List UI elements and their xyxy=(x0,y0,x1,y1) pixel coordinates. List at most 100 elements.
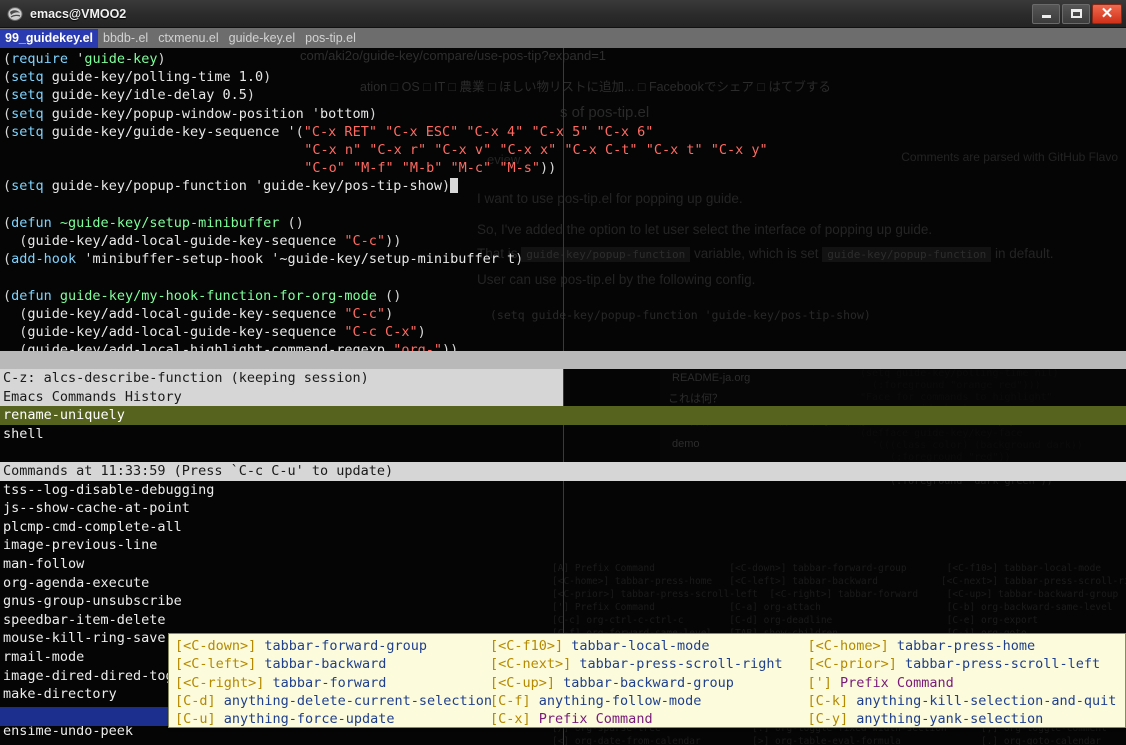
maximize-icon xyxy=(1070,9,1082,18)
pos-tip-binding: ['] Prefix Command xyxy=(808,674,1126,692)
code-line: (guide-key/add-local-guide-key-sequence … xyxy=(19,305,394,322)
buffer-tab-bar[interactable]: 99_guidekey.el bbdb-.el ctxmenu.el guide-ke… xyxy=(0,28,1126,48)
mode-line-top: [--] -(Unix)--- 99_guidekey.el Top (8,55… xyxy=(0,351,1126,369)
pos-tip-binding: [C-f] anything-follow-mode xyxy=(490,692,808,710)
pos-tip-binding: [C-y] anything-yank-selection xyxy=(807,710,1126,728)
pos-tip-key: ['] xyxy=(807,674,841,691)
window-title: emacs@VMOO2 xyxy=(30,6,127,21)
list-item[interactable]: gnus-group-unsubscribe xyxy=(0,592,1126,611)
pos-tip-key: [C-f] xyxy=(490,692,539,709)
tab-ctxmenu-el[interactable]: ctxmenu.el xyxy=(153,29,223,48)
code-line: (guide-key/add-local-guide-key-sequence … xyxy=(19,233,402,250)
pos-tip-binding: [<C-next>] tabbar-press-scroll-right xyxy=(490,655,808,673)
anything-history-list[interactable]: rename-uniquely shell xyxy=(0,406,1126,443)
pos-tip-key: [<C-left>] xyxy=(175,656,265,673)
code-line: (setq guide-key/popup-function 'guide-ke… xyxy=(3,177,1126,195)
code-line: (require 'guide-key) xyxy=(3,51,166,67)
list-item[interactable]: rename-uniquely xyxy=(0,406,1126,425)
tab-99-guidekey-el[interactable]: 99_guidekey.el xyxy=(0,28,99,48)
pos-tip-binding: [C-u] anything-force-update xyxy=(175,710,490,728)
pos-tip-command: Prefix Command xyxy=(538,711,653,728)
minimize-icon xyxy=(1041,15,1051,18)
pos-tip-key: [<C-prior>] xyxy=(807,656,906,673)
pos-tip-key: [<C-up>] xyxy=(490,674,564,691)
pos-tip-binding: [<C-prior>] tabbar-press-scroll-left xyxy=(808,655,1126,673)
close-icon: ✕ xyxy=(1100,5,1114,22)
code-line: (setq guide-key/popup-window-position 'b… xyxy=(3,105,377,122)
code-line: "C-x n" "C-x r" "C-x v" "C-x x" "C-x C-t… xyxy=(304,142,768,159)
pos-tip-command: tabbar-backward-group xyxy=(563,674,734,691)
pos-tip-command: anything-force-update xyxy=(223,711,395,728)
pos-tip-binding: [<C-down>] tabbar-forward-group xyxy=(175,637,490,655)
pos-tip-command: Prefix Command xyxy=(840,674,954,691)
pos-tip-command: anything-follow-mode xyxy=(538,692,702,709)
emacs-window: com/aki2o/guide-key/compare/use-pos-tip?… xyxy=(0,0,1126,745)
pos-tip-column: [<C-f10>] tabbar-local-mode [<C-next>] ta… xyxy=(490,637,808,727)
pos-tip-binding: [C-k] anything-kill-selection-and-quit xyxy=(808,692,1126,710)
code-line: (setq guide-key/polling-time 1.0) xyxy=(3,69,272,86)
code-line: (guide-key/add-local-guide-key-sequence … xyxy=(19,324,426,341)
pos-tip-key: [<C-right>] xyxy=(175,674,273,691)
pos-tip-key: [C-u] xyxy=(175,711,224,728)
minimize-button[interactable] xyxy=(1032,3,1060,24)
pos-tip-key: [C-y] xyxy=(807,711,857,728)
pos-tip-command: tabbar-local-mode xyxy=(571,638,710,654)
close-button[interactable]: ✕ xyxy=(1092,3,1122,24)
pos-tip-binding: [<C-f10>] tabbar-local-mode xyxy=(490,637,808,655)
pos-tip-command: tabbar-backward xyxy=(264,656,387,673)
list-item[interactable]: js--show-cache-at-point xyxy=(0,499,1126,518)
pos-tip-command: anything-kill-selection-and-quit xyxy=(856,692,1117,709)
pos-tip-binding: [<C-right>] tabbar-forward xyxy=(175,674,490,692)
emacs-icon xyxy=(6,5,24,23)
list-item[interactable]: tss--log-disable-debugging xyxy=(0,481,1126,500)
tab-pos-tip-el[interactable]: pos-tip.el xyxy=(300,29,361,48)
code-line: (defun guide-key/my-hook-function-for-or… xyxy=(3,287,402,304)
pos-tip-binding: [C-x] Prefix Command xyxy=(490,710,808,728)
code-line: (defun ~guide-key/setup-minibuffer () xyxy=(3,214,304,231)
pos-tip-command: tabbar-press-scroll-left xyxy=(905,656,1101,673)
pos-tip-popup: [<C-down>] tabbar-forward-group [<C-left>… xyxy=(168,633,1126,728)
minibuffer[interactable]: pattern: xyxy=(0,726,1126,745)
title-bar[interactable]: emacs@VMOO2 ✕ xyxy=(0,0,1126,28)
code-buffer[interactable]: (require 'guide-key) (setq guide-key/poll… xyxy=(0,48,1126,376)
pos-tip-command: tabbar-forward xyxy=(272,674,387,691)
list-item[interactable]: speedbar-item-delete xyxy=(0,611,1126,630)
code-line: (setq guide-key/guide-key-sequence '("C-… xyxy=(3,123,654,140)
pos-tip-command: tabbar-forward-group xyxy=(264,638,427,654)
pos-tip-key: [C-d] xyxy=(175,692,224,709)
pos-tip-command: anything-delete-current-selection xyxy=(223,692,492,709)
list-item[interactable]: shell xyxy=(0,425,1126,444)
pos-tip-key: [<C-down>] xyxy=(175,638,265,654)
anything-second-source-header: Commands at 11:33:59 (Press `C-c C-u' to… xyxy=(0,461,1126,481)
pos-tip-binding: [<C-home>] tabbar-press-home xyxy=(808,637,1126,655)
pos-tip-key: [C-k] xyxy=(807,692,857,709)
pos-tip-command: tabbar-press-scroll-right xyxy=(579,656,783,673)
pos-tip-key: [C-x] xyxy=(490,711,539,728)
code-line: "C-o" "M-f" "M-b" "M-c" "M-s")) xyxy=(304,160,557,177)
pos-tip-binding: [<C-up>] tabbar-backward-group xyxy=(490,674,808,692)
anything-spacer xyxy=(0,443,1126,462)
pos-tip-key: [<C-f10>] xyxy=(490,638,572,654)
maximize-button[interactable] xyxy=(1062,3,1090,24)
pos-tip-command: anything-yank-selection xyxy=(856,711,1044,728)
list-item[interactable]: plcmp-cmd-complete-all xyxy=(0,518,1126,537)
code-line: (add-hook 'minibuffer-setup-hook '~guide… xyxy=(3,251,524,268)
code-line: (setq guide-key/idle-delay 0.5) xyxy=(3,87,256,104)
pos-tip-binding: [<C-left>] tabbar-backward xyxy=(175,655,490,673)
pos-tip-column: [<C-home>] tabbar-press-home [<C-prior>] … xyxy=(808,637,1126,727)
list-item[interactable]: image-previous-line xyxy=(0,536,1126,555)
anything-source-header: Emacs Commands History xyxy=(0,387,563,407)
tab-guide-key-el[interactable]: guide-key.el xyxy=(224,29,300,48)
list-item[interactable]: man-follow xyxy=(0,555,1126,574)
tab-bbdb-el[interactable]: bbdb-.el xyxy=(98,29,153,48)
anything-header: C-z: alcs-describe-function (keeping ses… xyxy=(0,369,563,388)
pos-tip-key: [<C-next>] xyxy=(490,656,580,673)
window-controls: ✕ xyxy=(1032,3,1126,24)
list-item[interactable]: org-agenda-execute xyxy=(0,574,1126,593)
pos-tip-binding: [C-d] anything-delete-current-selection xyxy=(175,692,492,710)
pos-tip-command: tabbar-press-home xyxy=(896,638,1036,654)
pos-tip-key: [<C-home>] xyxy=(807,638,897,654)
pos-tip-column: [<C-down>] tabbar-forward-group [<C-left>… xyxy=(175,637,492,728)
